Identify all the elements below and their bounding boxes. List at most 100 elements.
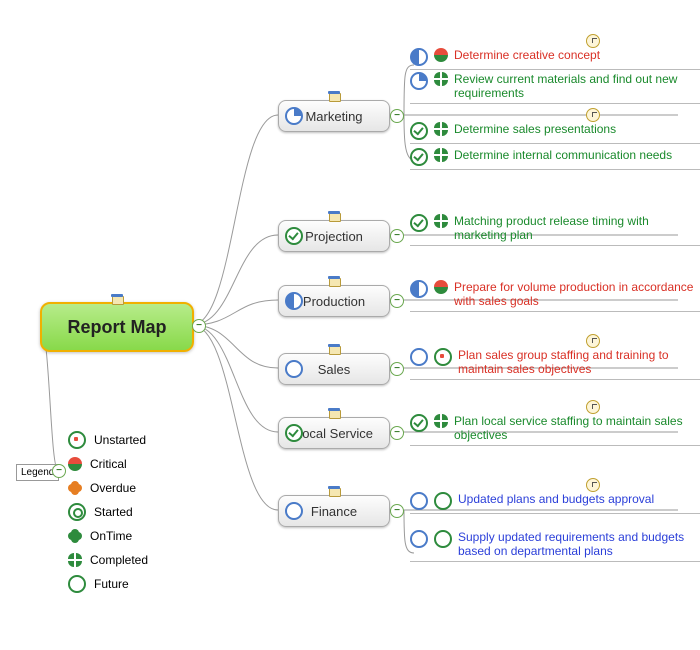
- progress-half-icon: [410, 48, 428, 66]
- legend-item: Started: [68, 500, 148, 524]
- legend-label: Critical: [90, 457, 127, 471]
- leaf-text: Determine creative concept: [454, 48, 700, 62]
- branch-label: Local Service: [295, 426, 373, 441]
- leaf-node[interactable]: Plan sales group staffing and training t…: [410, 334, 700, 380]
- root-node[interactable]: Report Map: [40, 302, 194, 352]
- branch-label: Marketing: [305, 109, 362, 124]
- leaf-node[interactable]: Matching product release timing with mar…: [410, 214, 700, 246]
- underline: [410, 379, 700, 380]
- branch-local-service[interactable]: Local Service: [278, 417, 390, 449]
- collapse-toggle[interactable]: −: [52, 464, 66, 478]
- legend-label: Completed: [90, 553, 148, 567]
- branch-label: Finance: [311, 504, 357, 519]
- leaf-node[interactable]: Updated plans and budgets approval: [410, 478, 700, 514]
- attachment-icon: [327, 487, 341, 497]
- underline: [410, 513, 700, 514]
- leaf-text: Review current materials and find out ne…: [454, 72, 700, 100]
- critical-icon: [434, 280, 448, 294]
- legend-label: Overdue: [90, 481, 136, 495]
- leaf-text: Determine internal communication needs: [454, 148, 700, 162]
- future-icon: [434, 492, 452, 510]
- leaf-node[interactable]: Determine creative concept: [410, 34, 700, 70]
- completed-icon: [434, 414, 448, 428]
- underline: [410, 311, 700, 312]
- future-icon: [434, 530, 452, 548]
- progress-empty-icon: [410, 530, 428, 548]
- attachment-icon: [327, 277, 341, 287]
- branch-finance[interactable]: Finance: [278, 495, 390, 527]
- attachment-icon: [327, 92, 341, 102]
- leaf-node[interactable]: Determine sales presentations: [410, 108, 700, 144]
- branch-label: Projection: [305, 229, 363, 244]
- branch-marketing[interactable]: Marketing: [278, 100, 390, 132]
- leaf-text: Plan sales group staffing and training t…: [458, 348, 700, 376]
- progress-done-icon: [410, 414, 428, 432]
- leaf-node[interactable]: Prepare for volume production in accorda…: [410, 280, 700, 312]
- legend-item: Overdue: [68, 476, 148, 500]
- attachment-icon: [327, 212, 341, 222]
- underline: [410, 143, 700, 144]
- started-icon: [68, 503, 86, 521]
- leaf-text: Matching product release timing with mar…: [454, 214, 700, 242]
- underline: [410, 69, 700, 70]
- legend-item: Completed: [68, 548, 148, 572]
- collapse-toggle[interactable]: −: [390, 294, 404, 308]
- leaf-node[interactable]: Determine internal communication needs: [410, 148, 700, 170]
- attachment-icon: [327, 409, 341, 419]
- clock-icon: [586, 34, 600, 48]
- critical-icon: [434, 48, 448, 62]
- underline: [410, 103, 700, 104]
- progress-empty-icon: [410, 348, 428, 366]
- legend-label: Unstarted: [94, 433, 146, 447]
- progress-empty-icon: [285, 360, 303, 378]
- unstarted-icon: [68, 431, 86, 449]
- completed-icon: [434, 122, 448, 136]
- progress-done-icon: [285, 227, 303, 245]
- leaf-text: Determine sales presentations: [454, 122, 700, 136]
- clock-icon: [586, 334, 600, 348]
- branch-label: Production: [303, 294, 365, 309]
- attachment-icon: [110, 295, 124, 305]
- collapse-toggle[interactable]: −: [390, 426, 404, 440]
- progress-quarter-icon: [285, 107, 303, 125]
- clock-icon: [586, 400, 600, 414]
- collapse-toggle[interactable]: −: [390, 362, 404, 376]
- branch-sales[interactable]: Sales: [278, 353, 390, 385]
- root-title: Report Map: [68, 317, 167, 338]
- attachment-icon: [327, 345, 341, 355]
- leaf-node[interactable]: Plan local service staffing to maintain …: [410, 400, 700, 446]
- leaf-node[interactable]: Supply updated requirements and budgets …: [410, 530, 700, 562]
- progress-half-icon: [285, 292, 303, 310]
- legend-label: OnTime: [90, 529, 132, 543]
- unstarted-icon: [434, 348, 452, 366]
- leaf-text: Updated plans and budgets approval: [458, 492, 700, 506]
- branch-label: Sales: [318, 362, 351, 377]
- progress-half-icon: [410, 280, 428, 298]
- legend-item: Future: [68, 572, 148, 596]
- legend-item: Unstarted: [68, 428, 148, 452]
- legend-label: Future: [94, 577, 129, 591]
- underline: [410, 561, 700, 562]
- progress-quarter-icon: [410, 72, 428, 90]
- branch-production[interactable]: Production: [278, 285, 390, 317]
- completed-icon: [434, 72, 448, 86]
- completed-icon: [434, 214, 448, 228]
- legend-title: Legend: [21, 467, 54, 478]
- collapse-toggle[interactable]: −: [192, 319, 206, 333]
- legend: Unstarted Critical Overdue Started OnTim…: [68, 428, 148, 596]
- leaf-text: Plan local service staffing to maintain …: [454, 414, 700, 442]
- progress-done-icon: [410, 148, 428, 166]
- collapse-toggle[interactable]: −: [390, 504, 404, 518]
- progress-done-icon: [410, 214, 428, 232]
- future-icon: [68, 575, 86, 593]
- leaf-text: Supply updated requirements and budgets …: [458, 530, 700, 558]
- leaf-node[interactable]: Review current materials and find out ne…: [410, 72, 700, 104]
- ontime-icon: [68, 529, 82, 543]
- collapse-toggle[interactable]: −: [390, 109, 404, 123]
- overdue-icon: [68, 481, 82, 495]
- underline: [410, 445, 700, 446]
- underline: [410, 245, 700, 246]
- legend-label: Started: [94, 505, 133, 519]
- collapse-toggle[interactable]: −: [390, 229, 404, 243]
- branch-projection[interactable]: Projection: [278, 220, 390, 252]
